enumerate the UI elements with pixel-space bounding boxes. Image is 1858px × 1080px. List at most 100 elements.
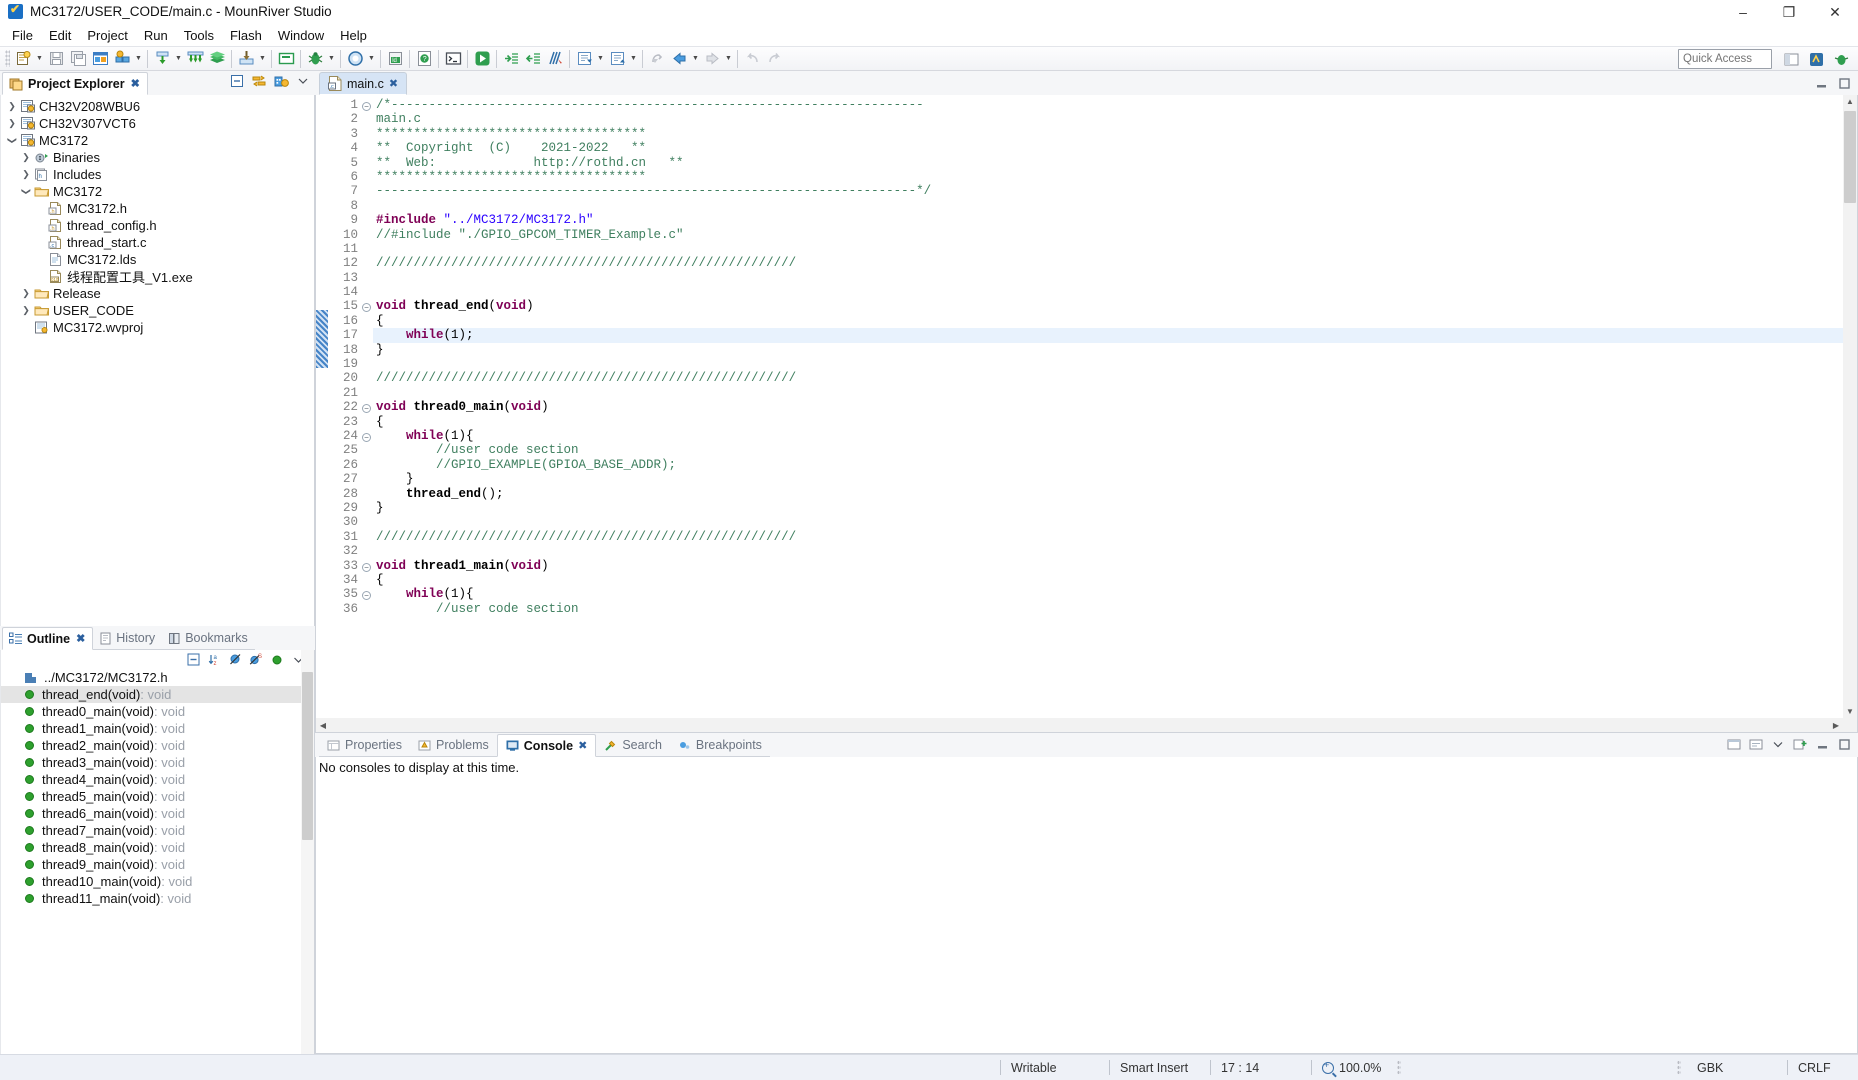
run-dropdown-icon[interactable]: ▼ xyxy=(366,48,377,69)
last-edit-location-icon[interactable] xyxy=(646,48,668,69)
new-console-view-icon[interactable] xyxy=(1792,736,1808,752)
fold-toggle-icon[interactable]: − xyxy=(360,587,373,601)
code-text[interactable]: /*--------------------------------------… xyxy=(373,95,1857,732)
maximize-icon[interactable] xyxy=(1836,736,1852,752)
code-line[interactable]: } xyxy=(373,501,1857,515)
code-editor[interactable]: 1 2 3 4 5 6 7 8 9 10 11 12 13 14 15 16 17 18 19 20 21 22 23 24 2… xyxy=(315,95,1858,733)
chevron-down-icon[interactable]: ❯ xyxy=(19,186,33,197)
tab-project-explorer[interactable]: Project Explorer ✖ xyxy=(2,72,148,95)
redo-icon[interactable] xyxy=(763,48,785,69)
code-line[interactable]: ************************************ xyxy=(373,127,1857,141)
tree-item-ch32v307vct6[interactable]: ❯ CH32V307VCT6 xyxy=(1,115,314,132)
tree-item-thread-start-c[interactable]: .c thread_start.c xyxy=(1,234,314,251)
code-line[interactable]: //#include "./GPIO_GPCOM_TIMER_Example.c… xyxy=(373,228,1857,242)
outline-item[interactable]: thread3_main(void) : void xyxy=(1,754,314,771)
code-line[interactable] xyxy=(373,544,1857,558)
tab-properties[interactable]: Properties xyxy=(319,734,410,757)
save-all-icon[interactable] xyxy=(67,48,89,69)
code-line[interactable]: #include "../MC3172/MC3172.h" xyxy=(373,213,1857,227)
compare-icon[interactable] xyxy=(544,48,566,69)
outline-item[interactable]: thread5_main(void) : void xyxy=(1,788,314,805)
menu-tools[interactable]: Tools xyxy=(176,26,222,45)
menu-project[interactable]: Project xyxy=(79,26,135,45)
back-dropdown-icon[interactable]: ▼ xyxy=(690,48,701,69)
perspective-debug-icon[interactable] xyxy=(1830,49,1852,70)
code-line[interactable]: //GPIO_EXAMPLE(GPIOA_BASE_ADDR); xyxy=(373,458,1857,472)
marker-column[interactable] xyxy=(316,95,330,732)
tree-item-user-code[interactable]: ❯ USER_CODE xyxy=(1,302,314,319)
hide-nonpublic-icon[interactable] xyxy=(269,652,285,668)
code-line[interactable]: { xyxy=(373,314,1857,328)
close-icon[interactable]: ✖ xyxy=(389,77,398,90)
new-file-dropdown-icon[interactable]: ▼ xyxy=(34,48,45,69)
code-line[interactable]: ----------------------------------------… xyxy=(373,184,1857,198)
folding-column[interactable]: − − − − − − xyxy=(360,95,373,732)
outline-scrollbar-thumb[interactable] xyxy=(302,672,313,840)
back-icon[interactable] xyxy=(668,48,690,69)
next-annotation-icon[interactable] xyxy=(573,48,595,69)
build-config-dropdown-icon[interactable]: ▼ xyxy=(133,48,144,69)
maximize-icon[interactable] xyxy=(1836,75,1852,91)
code-line[interactable] xyxy=(373,386,1857,400)
collapse-all-icon[interactable] xyxy=(229,73,245,89)
tree-item-mc3172-h[interactable]: .h MC3172.h xyxy=(1,200,314,217)
code-line[interactable]: //user code section xyxy=(373,443,1857,457)
scroll-left-icon[interactable]: ◀ xyxy=(316,719,330,732)
help-doc-icon[interactable]: ? xyxy=(413,48,435,69)
outline-item[interactable]: ../MC3172/MC3172.h xyxy=(1,669,314,686)
code-line[interactable] xyxy=(373,357,1857,371)
status-grip-1[interactable] xyxy=(1397,1059,1402,1076)
debug-dropdown-icon[interactable]: ▼ xyxy=(326,48,337,69)
tab-main-c[interactable]: .c main.c ✖ xyxy=(319,72,408,95)
build-all-icon[interactable] xyxy=(184,48,206,69)
outline-item[interactable]: thread1_main(void) : void xyxy=(1,720,314,737)
outline-item[interactable]: thread0_main(void) : void xyxy=(1,703,314,720)
tree-item-includes[interactable]: ❯ h Includes xyxy=(1,166,314,183)
code-line[interactable]: ////////////////////////////////////////… xyxy=(373,530,1857,544)
outline-item[interactable]: thread11_main(void) : void xyxy=(1,890,314,907)
code-line[interactable] xyxy=(373,285,1857,299)
outline-item[interactable]: thread_end(void) : void xyxy=(1,686,314,703)
outline-scrollbar[interactable] xyxy=(301,650,314,1054)
build-project-icon[interactable] xyxy=(273,73,289,89)
indent-icon[interactable] xyxy=(500,48,522,69)
tree-item-mc3172-wvproj[interactable]: MC3172.wvproj xyxy=(1,319,314,336)
outline-item[interactable]: thread10_main(void) : void xyxy=(1,873,314,890)
close-button[interactable]: ✕ xyxy=(1812,0,1858,24)
console-output[interactable]: No consoles to display at this time. xyxy=(315,757,1858,1054)
fold-toggle-icon[interactable]: − xyxy=(360,299,373,313)
tree-item-binaries[interactable]: ❯ Binaries xyxy=(1,149,314,166)
tree-item-mc3172[interactable]: ❯ MC3172 xyxy=(1,183,314,200)
outline-item[interactable]: thread7_main(void) : void xyxy=(1,822,314,839)
code-line[interactable]: //user code section xyxy=(373,602,1857,616)
quick-access-input[interactable] xyxy=(1678,49,1772,69)
new-file-icon[interactable] xyxy=(12,48,34,69)
scroll-right-icon[interactable]: ▶ xyxy=(1829,719,1843,732)
editor-vertical-scrollbar[interactable]: ▲ ▼ xyxy=(1843,95,1857,718)
fold-toggle-icon[interactable]: − xyxy=(360,559,373,573)
code-line[interactable]: while(1); xyxy=(373,328,1857,343)
chevron-right-icon[interactable]: ❯ xyxy=(19,169,33,180)
fold-toggle-icon[interactable]: − xyxy=(360,98,373,112)
status-zoom[interactable]: 100.0% xyxy=(1312,1055,1391,1080)
outdent-icon[interactable] xyxy=(522,48,544,69)
minimize-icon[interactable] xyxy=(1813,75,1829,91)
code-line[interactable]: ** Copyright (C) 2021-2022 ** xyxy=(373,141,1857,155)
scroll-down-icon[interactable]: ▼ xyxy=(1843,705,1857,718)
tree-item-ch32v208wbu6[interactable]: ❯ CH32V208WBU6 xyxy=(1,98,314,115)
tree-item-v1-exe[interactable]: 010 线程配置工具_V1.exe xyxy=(1,268,314,285)
code-line[interactable]: void thread0_main(void) xyxy=(373,400,1857,414)
display-selected-console-icon[interactable] xyxy=(1748,736,1764,752)
ld-script-icon[interactable]: ld xyxy=(384,48,406,69)
code-line[interactable]: { xyxy=(373,573,1857,587)
menu-run[interactable]: Run xyxy=(136,26,176,45)
close-icon[interactable]: ✖ xyxy=(131,77,140,90)
tab-search[interactable]: Search xyxy=(596,734,670,757)
scroll-up-icon[interactable]: ▲ xyxy=(1843,95,1857,108)
clean-icon[interactable] xyxy=(206,48,228,69)
menu-file[interactable]: File xyxy=(4,26,41,45)
code-line[interactable]: void thread1_main(void) xyxy=(373,559,1857,573)
build-icon[interactable] xyxy=(151,48,173,69)
tab-history[interactable]: History xyxy=(93,627,163,650)
menu-help[interactable]: Help xyxy=(332,26,375,45)
